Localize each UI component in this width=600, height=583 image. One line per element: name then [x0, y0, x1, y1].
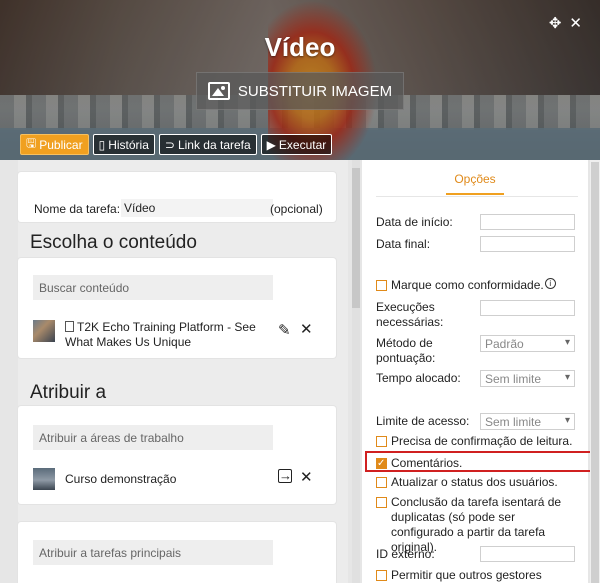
- task-link-button[interactable]: ⊃ Link da tarefa: [158, 134, 257, 155]
- assigned-item-title: Curso demonstração: [65, 472, 177, 486]
- allow-managers-checkbox[interactable]: [376, 570, 387, 581]
- task-name-label: Nome da tarefa:: [34, 202, 121, 216]
- update-status-checkbox[interactable]: [376, 477, 387, 488]
- save-icon: 🖫: [26, 136, 37, 150]
- tab-options[interactable]: Opções: [446, 172, 504, 195]
- content-heading: Escolha o conteúdo: [30, 232, 197, 253]
- update-status-row: Atualizar o status dos usuários.: [376, 475, 558, 490]
- content-thumbnail: [33, 320, 55, 342]
- compliance-label: Marque como conformidade.: [391, 278, 544, 292]
- book-icon: ▯: [98, 137, 106, 152]
- executions-label: Execuções necessárias:: [376, 300, 444, 329]
- read-confirm-label: Precisa de confirmação de leitura.: [391, 434, 573, 448]
- publish-button[interactable]: 🖫 Publicar: [20, 134, 89, 155]
- options-panel: Opções Data de início: Data final: Marqu…: [362, 160, 588, 583]
- image-icon: [207, 82, 230, 100]
- workspaces-search-input[interactable]: Atribuir a áreas de trabalho: [33, 425, 273, 450]
- right-scrollbar[interactable]: [590, 160, 600, 583]
- external-id-label: ID externo:: [376, 547, 435, 561]
- move-icon[interactable]: ✥: [549, 14, 562, 32]
- left-panel: Nome da tarefa: Vídeo (opcional) Escolha…: [18, 160, 348, 583]
- assign-card: Atribuir a áreas de trabalho Curso demon…: [18, 406, 336, 504]
- allow-managers-row: Permitir que outros gestores: [376, 568, 542, 583]
- replace-image-label: SUBSTITUIR IMAGEM: [237, 82, 393, 100]
- edit-pencil-icon[interactable]: ✎: [278, 321, 291, 339]
- parent-tasks-card: Atribuir a tarefas principais: [18, 522, 336, 583]
- content-item: T2K Echo Training Platform - See What Ma…: [33, 320, 261, 350]
- update-status-label: Atualizar o status dos usuários.: [391, 475, 558, 489]
- left-scrollbar[interactable]: [352, 160, 360, 583]
- info-icon[interactable]: i: [544, 278, 556, 289]
- compliance-checkbox[interactable]: [376, 280, 387, 291]
- play-icon: ▶: [266, 137, 276, 152]
- remove-content-icon[interactable]: ✕: [300, 320, 313, 338]
- assign-heading: Atribuir a: [30, 382, 107, 403]
- content-item-title: T2K Echo Training Platform - See What Ma…: [65, 320, 256, 349]
- time-allocated-select[interactable]: Sem limite: [480, 370, 575, 387]
- remove-assignment-icon[interactable]: ✕: [300, 468, 313, 486]
- link-icon: ⊃: [164, 137, 175, 152]
- end-date-label: Data final:: [376, 237, 431, 251]
- replace-image-button[interactable]: SUBSTITUIR IMAGEM: [196, 72, 404, 110]
- page-title: Vídeo: [264, 32, 336, 62]
- parent-tasks-search-input[interactable]: Atribuir a tarefas principais: [33, 540, 273, 565]
- executions-input[interactable]: [480, 300, 575, 316]
- allow-managers-label: Permitir que outros gestores: [391, 568, 542, 582]
- read-confirm-row: Precisa de confirmação de leitura.: [376, 434, 572, 449]
- access-limit-select[interactable]: Sem limite: [480, 413, 575, 430]
- content-card: Buscar conteúdo T2K Echo Training Platfo…: [18, 258, 336, 358]
- exempt-duplicates-checkbox[interactable]: [376, 497, 387, 508]
- access-limit-label: Limite de acesso:: [376, 414, 470, 428]
- compliance-row: Marque como conformidade. i: [376, 278, 556, 293]
- document-icon: [65, 321, 74, 332]
- close-icon[interactable]: ✕: [569, 14, 582, 32]
- task-toolbar: 🖫 Publicar ▯ História ⊃ Link da tarefa ▶…: [20, 134, 333, 155]
- run-button[interactable]: ▶ Executar: [260, 134, 333, 155]
- start-date-label: Data de início:: [376, 215, 453, 229]
- course-thumbnail: [33, 468, 55, 490]
- assigned-item: Curso demonstração: [33, 468, 261, 490]
- open-link-icon[interactable]: →: [278, 469, 292, 483]
- read-confirm-checkbox[interactable]: [376, 436, 387, 447]
- content-search-input[interactable]: Buscar conteúdo: [33, 275, 273, 300]
- time-allocated-label: Tempo alocado:: [376, 371, 461, 385]
- scoring-label: Método de pontuação:: [376, 336, 436, 365]
- scoring-select[interactable]: Padrão: [480, 335, 575, 352]
- optional-label: (opcional): [270, 202, 323, 216]
- end-date-input[interactable]: [480, 236, 575, 252]
- task-name-input[interactable]: Vídeo: [121, 199, 273, 217]
- task-name-card: Nome da tarefa: Vídeo (opcional): [18, 172, 336, 222]
- history-button[interactable]: ▯ História: [92, 134, 155, 155]
- start-date-input[interactable]: [480, 214, 575, 230]
- comments-highlight-box: [365, 451, 593, 472]
- external-id-input[interactable]: [480, 546, 575, 562]
